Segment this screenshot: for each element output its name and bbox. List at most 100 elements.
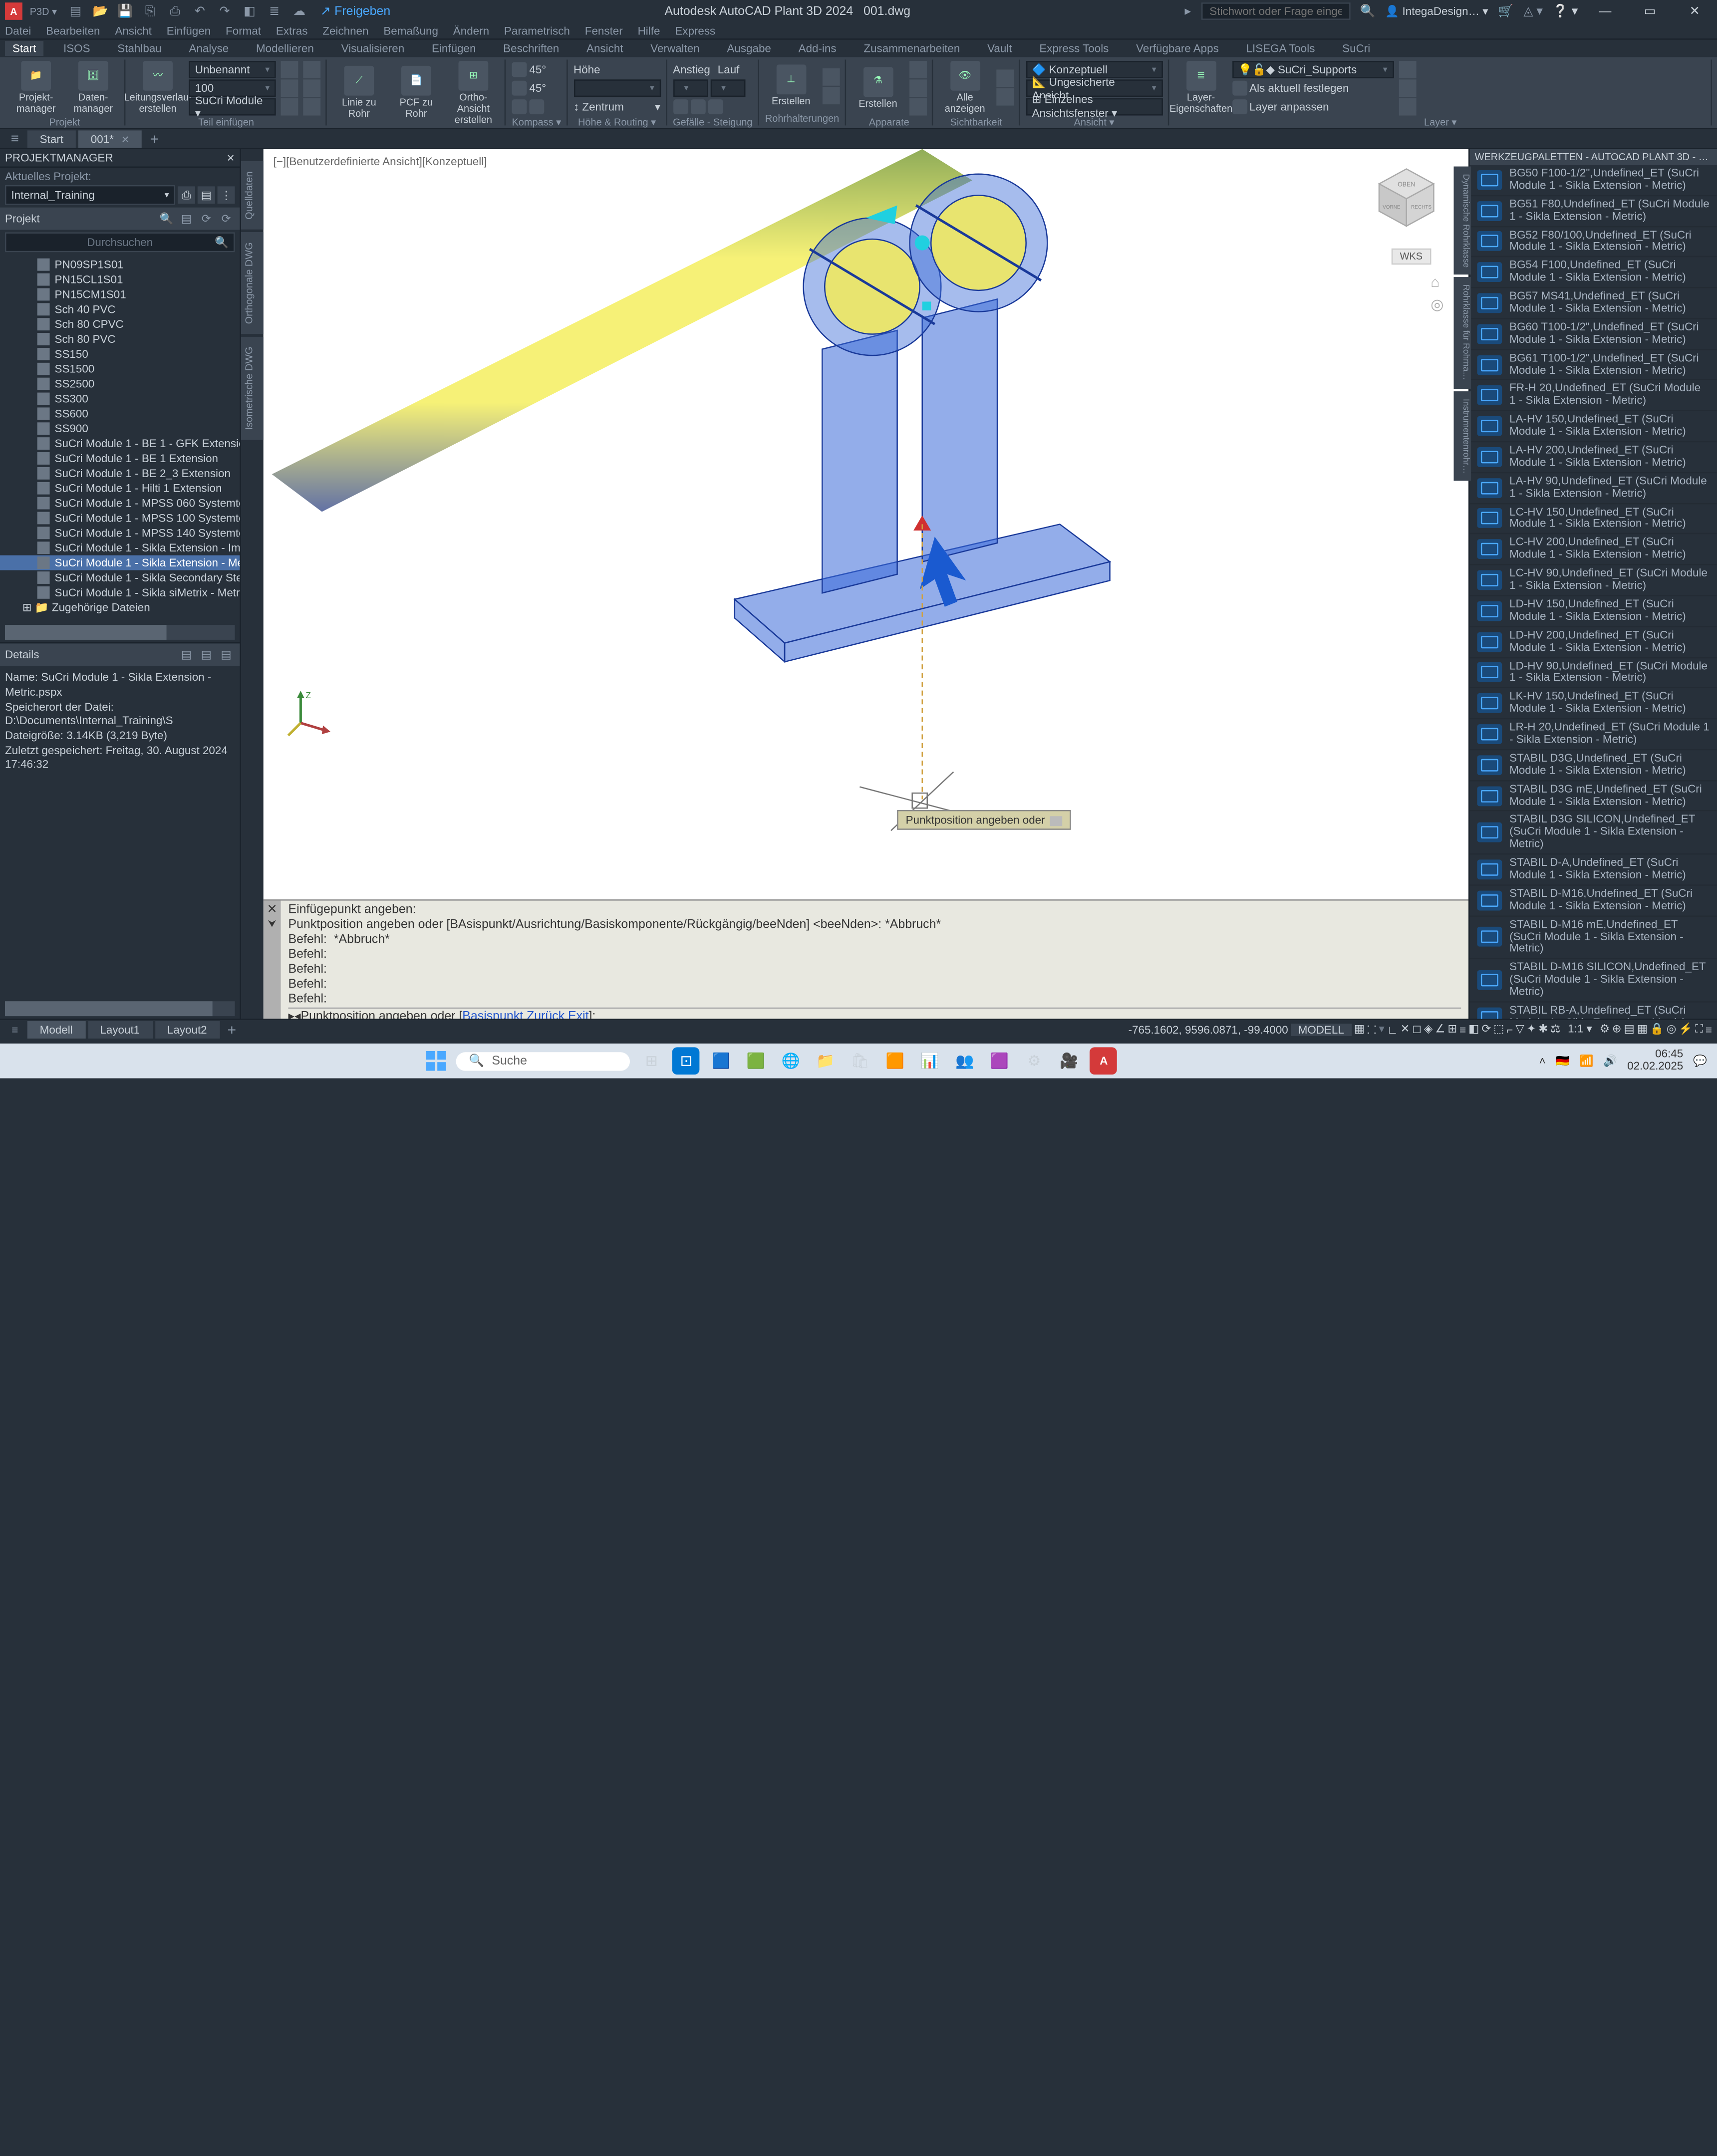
layer-properties-button[interactable]: ≣Layer- Eigenschaften <box>1175 61 1227 115</box>
workspace-switch[interactable]: ⚙ <box>1600 1023 1610 1036</box>
palette-item[interactable]: STABIL D3G mE,Undefined_ET (SuCri Module… <box>1470 781 1717 812</box>
tree-item[interactable]: SuCri Module 1 - Sikla Extension - Imper <box>0 540 240 555</box>
qat-misc-icon[interactable]: ◧ <box>241 2 258 20</box>
layout-tab-2[interactable]: Layout2 <box>155 1021 220 1038</box>
polar-toggle[interactable]: ✕ <box>1401 1023 1410 1036</box>
palette-item[interactable]: LD-HV 200,Undefined_ET (SuCri Module 1 -… <box>1470 627 1717 658</box>
slope-tool-icon[interactable] <box>690 99 705 114</box>
otrack-toggle[interactable]: ∠ <box>1435 1023 1445 1036</box>
vis-tool-icon[interactable] <box>996 88 1013 106</box>
osnap-toggle[interactable]: ◻ <box>1412 1023 1422 1036</box>
dyn-input-dropdown-icon[interactable] <box>1050 815 1063 825</box>
doctab-add-button[interactable]: + <box>144 130 164 147</box>
wcs-label[interactable]: WKS <box>1391 249 1431 265</box>
linenumber-dropdown[interactable]: Unbenannt▾ <box>189 61 276 78</box>
navbar-home-icon[interactable]: ⌂ <box>1431 273 1443 291</box>
tray-chevron-icon[interactable]: ˄ <box>1539 1055 1546 1067</box>
infocenter-search[interactable] <box>1201 2 1350 20</box>
qat-redo-icon[interactable]: ↷ <box>216 2 234 20</box>
tree-item[interactable]: SuCri Module 1 - MPSS 100 Systemteile <box>0 511 240 526</box>
details-tool-icon[interactable]: ▤ <box>198 646 215 664</box>
layer-tool-icon[interactable] <box>1399 79 1416 97</box>
layout-add-button[interactable]: + <box>222 1021 242 1038</box>
palette-item[interactable]: STABIL D-M16 SILICON,Undefined_ET (SuCri… <box>1470 959 1717 1002</box>
ribbon-tab-beschriften[interactable]: Beschriften <box>496 41 567 56</box>
ann-vis-toggle[interactable]: ✱ <box>1538 1023 1548 1036</box>
taskbar-app-icon[interactable]: 🟦 <box>707 1047 735 1075</box>
pcf-to-pipe-button[interactable]: 📄PCF zu Rohr <box>390 66 443 121</box>
equip-tool-icon[interactable] <box>909 98 926 116</box>
data-manager-button[interactable]: 🗄Daten- manager <box>67 61 119 115</box>
palette-item[interactable]: BG57 MS41,Undefined_ET (SuCri Module 1 -… <box>1470 288 1717 319</box>
ribbon-tab-lisega-tools[interactable]: LISEGA Tools <box>1239 41 1323 56</box>
close-button[interactable]: ✕ <box>1677 1 1712 21</box>
viewport-config-dropdown[interactable]: ⊞ Einzelnes Ansichtsfenster ▾ <box>1026 98 1162 116</box>
taskbar-app-icon[interactable]: 📊 <box>916 1047 944 1075</box>
ribbon-tab-add-ins[interactable]: Add-ins <box>791 41 844 56</box>
palette-vtab[interactable]: Dynamische Rohrklasse <box>1453 167 1471 275</box>
menu-bearbeiten[interactable]: Bearbeiten <box>46 24 100 37</box>
doctab-menu-icon[interactable]: ≡ <box>5 131 25 146</box>
menu-hilfe[interactable]: Hilfe <box>638 24 660 37</box>
ribbon-tab-einfügen[interactable]: Einfügen <box>424 41 483 56</box>
doctab-close-icon[interactable]: ✕ <box>121 134 130 145</box>
menu-bemaßung[interactable]: Bemaßung <box>383 24 438 37</box>
palette-item[interactable]: LA-HV 150,Undefined_ET (SuCri Module 1 -… <box>1470 412 1717 443</box>
line-to-pipe-button[interactable]: ⟋Linie zu Rohr <box>333 66 385 121</box>
taskbar-chrome-icon[interactable]: 🌐 <box>777 1047 805 1075</box>
tree-item[interactable]: PN15CM1S01 <box>0 287 240 302</box>
qat-new-icon[interactable]: ▤ <box>67 2 84 20</box>
doctab-001[interactable]: 001*✕ <box>78 130 142 147</box>
tray-notifications-icon[interactable]: 💬 <box>1693 1054 1707 1068</box>
qat-saveas-icon[interactable]: ⎘ <box>141 2 159 20</box>
route-pipe-button[interactable]: 〰Leitungsverlauf erstellen <box>132 61 184 115</box>
tree-item[interactable]: PN09SP1S01 <box>0 257 240 272</box>
taskbar-app-icon[interactable]: ⊡ <box>673 1047 700 1075</box>
support-tool-icon[interactable] <box>822 68 840 86</box>
palette-item[interactable]: LD-HV 150,Undefined_ET (SuCri Module 1 -… <box>1470 596 1717 627</box>
project-manager-button[interactable]: 📁Projekt- manager <box>10 61 62 115</box>
layer-tool-icon[interactable] <box>1399 61 1416 78</box>
space-toggle[interactable]: MODELL <box>1291 1023 1352 1036</box>
units-toggle[interactable]: ▤ <box>1624 1023 1635 1036</box>
palette-item[interactable]: BG52 F80/100,Undefined_ET (SuCri Module … <box>1470 227 1717 258</box>
qat-save-icon[interactable]: 💾 <box>117 2 134 20</box>
system-tray[interactable]: ˄ 🇩🇪 📶 🔊 06:4502.02.2025 💬 <box>1539 1049 1708 1073</box>
compass-tool-icon[interactable] <box>512 99 527 114</box>
palette-item[interactable]: LA-HV 90,Undefined_ET (SuCri Module 1 - … <box>1470 473 1717 504</box>
search-icon[interactable]: 🔍 <box>1360 4 1375 18</box>
3dosnap-toggle[interactable]: ◈ <box>1424 1023 1432 1036</box>
qat-open-icon[interactable]: 📂 <box>92 2 109 20</box>
tree-item[interactable]: SuCri Module 1 - MPSS 140 Systemteile <box>0 526 240 540</box>
slope-tool-icon[interactable] <box>708 99 723 114</box>
details-hscrollbar[interactable] <box>5 1001 235 1016</box>
help-icon[interactable]: ❔ ▾ <box>1553 4 1578 18</box>
palette-item[interactable]: LR-H 20,Undefined_ET (SuCri Module 1 - S… <box>1470 719 1717 750</box>
tree-folder[interactable]: ⊞ 📁 Zugehörige Dateien <box>0 600 240 616</box>
palette-item[interactable]: LC-HV 90,Undefined_ET (SuCri Module 1 - … <box>1470 565 1717 596</box>
layer-dropdown[interactable]: 💡🔓◆ SuCri_Supports▾ <box>1232 61 1394 78</box>
workspace-dropdown[interactable]: P3D ▾ <box>30 5 57 16</box>
menu-zeichnen[interactable]: Zeichnen <box>322 24 368 37</box>
menu-parametrisch[interactable]: Parametrisch <box>504 24 570 37</box>
navbar-wheel-icon[interactable]: ◎ <box>1431 295 1443 313</box>
details-tool-icon[interactable]: ▤ <box>178 646 195 664</box>
ribbon-tab-ansicht[interactable]: Ansicht <box>579 41 630 56</box>
cycle-toggle[interactable]: ⟳ <box>1481 1023 1491 1036</box>
tree-item[interactable]: SuCri Module 1 - Hilti 1 Extension <box>0 481 240 496</box>
menu-einfügen[interactable]: Einfügen <box>167 24 211 37</box>
ortho-toggle[interactable]: ∟ <box>1387 1023 1398 1036</box>
task-view-icon[interactable]: ⊞ <box>638 1047 665 1075</box>
tree-item[interactable]: Sch 80 PVC <box>0 332 240 347</box>
snap-toggle[interactable]: ⸬ <box>1367 1021 1377 1037</box>
user-menu[interactable]: 👤 IntegaDesign… ▾ <box>1385 4 1488 18</box>
cart-icon[interactable]: 🛒 <box>1498 4 1513 18</box>
lock-ui[interactable]: 🔒 <box>1650 1023 1664 1036</box>
tray-volume-icon[interactable]: 🔊 <box>1603 1054 1617 1068</box>
tree-item[interactable]: Sch 40 PVC <box>0 302 240 317</box>
panel-close-icon[interactable]: ✕ <box>227 152 235 163</box>
center-toggle[interactable]: ↕ Zentrum▾ <box>573 98 660 116</box>
tree-item[interactable]: SuCri Module 1 - Sikla Extension - Metri… <box>0 555 240 570</box>
slope-tool-icon[interactable] <box>673 99 688 114</box>
minimize-button[interactable]: — <box>1588 1 1623 21</box>
